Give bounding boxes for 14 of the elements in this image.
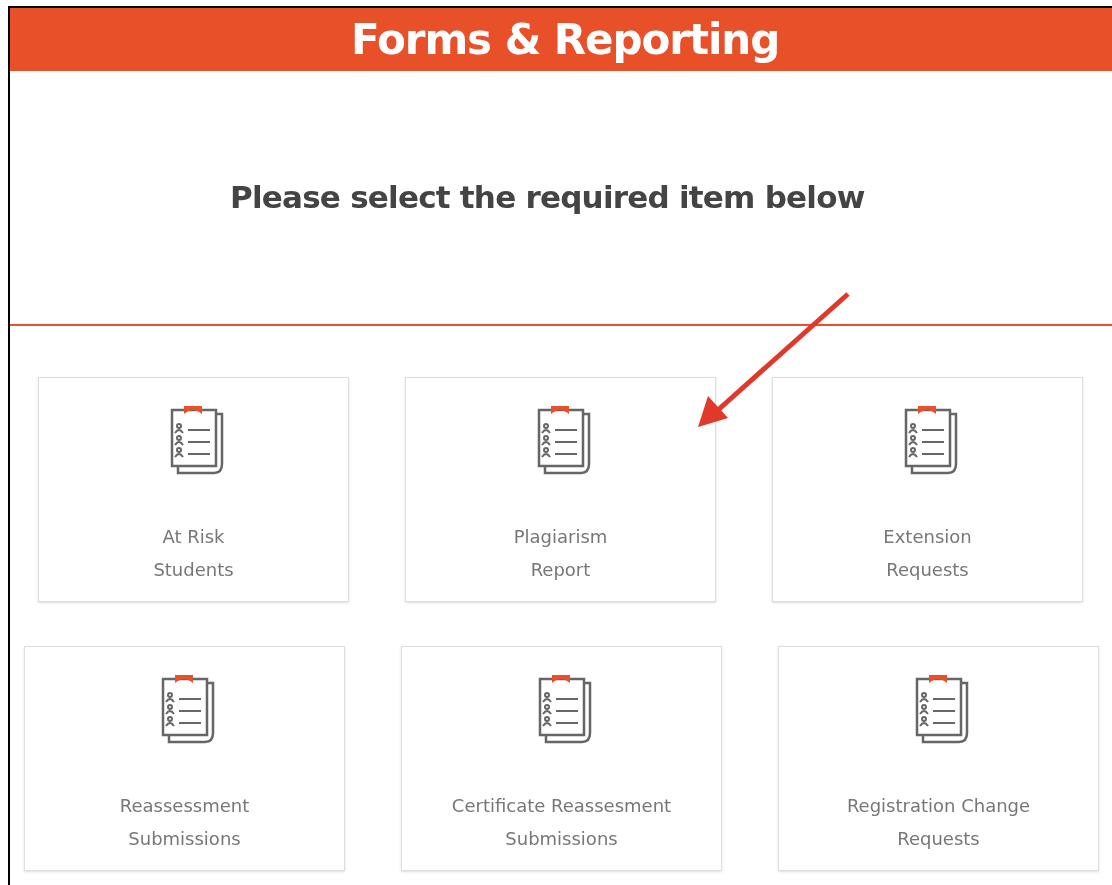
card-label: Plagiarism Report: [513, 525, 608, 582]
card-label: Registration Change Requests: [846, 794, 1031, 851]
form-card[interactable]: Extension Requests: [772, 377, 1083, 602]
form-card[interactable]: Plagiarism Report: [405, 377, 716, 602]
page-title: Forms & Reporting: [351, 18, 780, 61]
card-label: Certificate Reassesment Submissions: [451, 794, 672, 851]
card-label: Reassessment Submissions: [119, 794, 250, 851]
form-card[interactable]: Reassessment Submissions: [24, 646, 345, 871]
form-card[interactable]: Registration Change Requests: [778, 646, 1099, 871]
form-card[interactable]: Certificate Reassesment Submissions: [401, 646, 722, 871]
form-card[interactable]: At Risk Students: [38, 377, 349, 602]
card-label: Extension Requests: [883, 525, 972, 582]
card-label: At Risk Students: [153, 525, 234, 582]
instruction-heading: Please select the required item below: [230, 182, 865, 213]
